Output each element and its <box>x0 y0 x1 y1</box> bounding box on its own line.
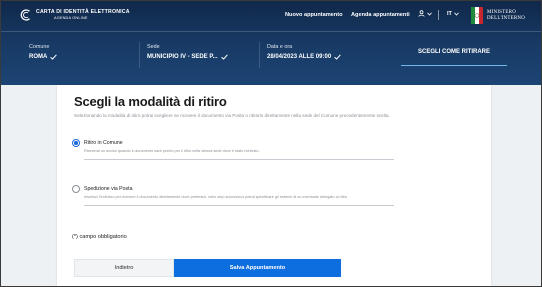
nav-new-appointment[interactable]: Nuovo appuntamento <box>285 12 343 18</box>
chevron-down-icon <box>454 12 459 16</box>
option-help: Riceverai un avviso quando il documento … <box>84 149 260 153</box>
option-label: Ritiro in Comune <box>84 140 123 146</box>
step-divider <box>259 42 260 68</box>
radio-ritiro-comune[interactable] <box>72 139 80 147</box>
ministry-emblem-icon <box>471 7 483 24</box>
step-date-text: 28/04/2023 ALLE 09:00 <box>267 54 332 60</box>
divider <box>438 10 439 20</box>
option-label: Spedizione via Posta <box>84 186 133 192</box>
step-comune-text: ROMA <box>29 54 48 60</box>
check-icon <box>334 54 341 60</box>
language-label: IT <box>447 11 452 17</box>
step-sede-value[interactable]: MUNICIPIO IV - SEDE P... <box>147 54 228 60</box>
user-menu[interactable] <box>418 10 432 17</box>
cie-logo-icon <box>20 9 30 21</box>
ministry-line2: DELL'INTERNO <box>487 16 526 21</box>
check-icon <box>50 54 58 60</box>
option-help: Inserisci l'indirizzo per ricevere il do… <box>84 195 348 199</box>
chevron-down-icon <box>427 12 432 16</box>
language-selector[interactable]: IT <box>447 11 459 17</box>
radio-spedizione-posta[interactable] <box>72 185 80 193</box>
check-icon <box>220 54 228 60</box>
divider <box>84 159 394 160</box>
pickup-method-card: Scegli la modalità di ritiro Selezionand… <box>57 85 491 286</box>
step-comune-value[interactable]: ROMA <box>29 54 58 60</box>
app-title[interactable]: CARTA DI IDENTITÀ ELETTRONICA <box>36 9 130 15</box>
top-navbar: CARTA DI IDENTITÀ ELETTRONICA AGENDA ONL… <box>1 1 541 32</box>
header: CARTA DI IDENTITÀ ELETTRONICA AGENDA ONL… <box>1 1 541 85</box>
step-divider <box>139 42 140 68</box>
ministry-name: MINISTERO DELL'INTERNO <box>487 10 525 22</box>
step-comune-label: Comune <box>29 44 50 50</box>
step-current-tab: SCEGLI COME RITIRARE <box>401 38 507 66</box>
app-window: CARTA DI IDENTITÀ ELETTRONICA AGENDA ONL… <box>0 0 542 287</box>
step-date-value[interactable]: 28/04/2023 ALLE 09:00 <box>267 54 341 60</box>
save-appointment-button[interactable]: Salva Appuntamento <box>174 259 341 277</box>
required-field-note: (*) campo obbligatorio <box>72 234 127 240</box>
app-subtitle: AGENDA ONLINE <box>54 16 88 20</box>
step-sede-text: MUNICIPIO IV - SEDE P... <box>147 54 218 60</box>
user-icon <box>418 10 425 17</box>
page-title: Scegli la modalità di ritiro <box>74 94 227 109</box>
back-button[interactable]: Indietro <box>74 259 174 277</box>
step-sede-label: Sede <box>147 44 160 50</box>
step-date-label: Data e ora <box>267 44 293 50</box>
divider <box>84 205 394 206</box>
page-description: Selezionando la modalità di ritiro potra… <box>74 113 390 118</box>
booking-steps: Comune ROMA Sede MUNICIPIO IV - SEDE P..… <box>1 32 541 85</box>
nav-appointments-agenda[interactable]: Agenda appuntamenti <box>351 12 410 18</box>
